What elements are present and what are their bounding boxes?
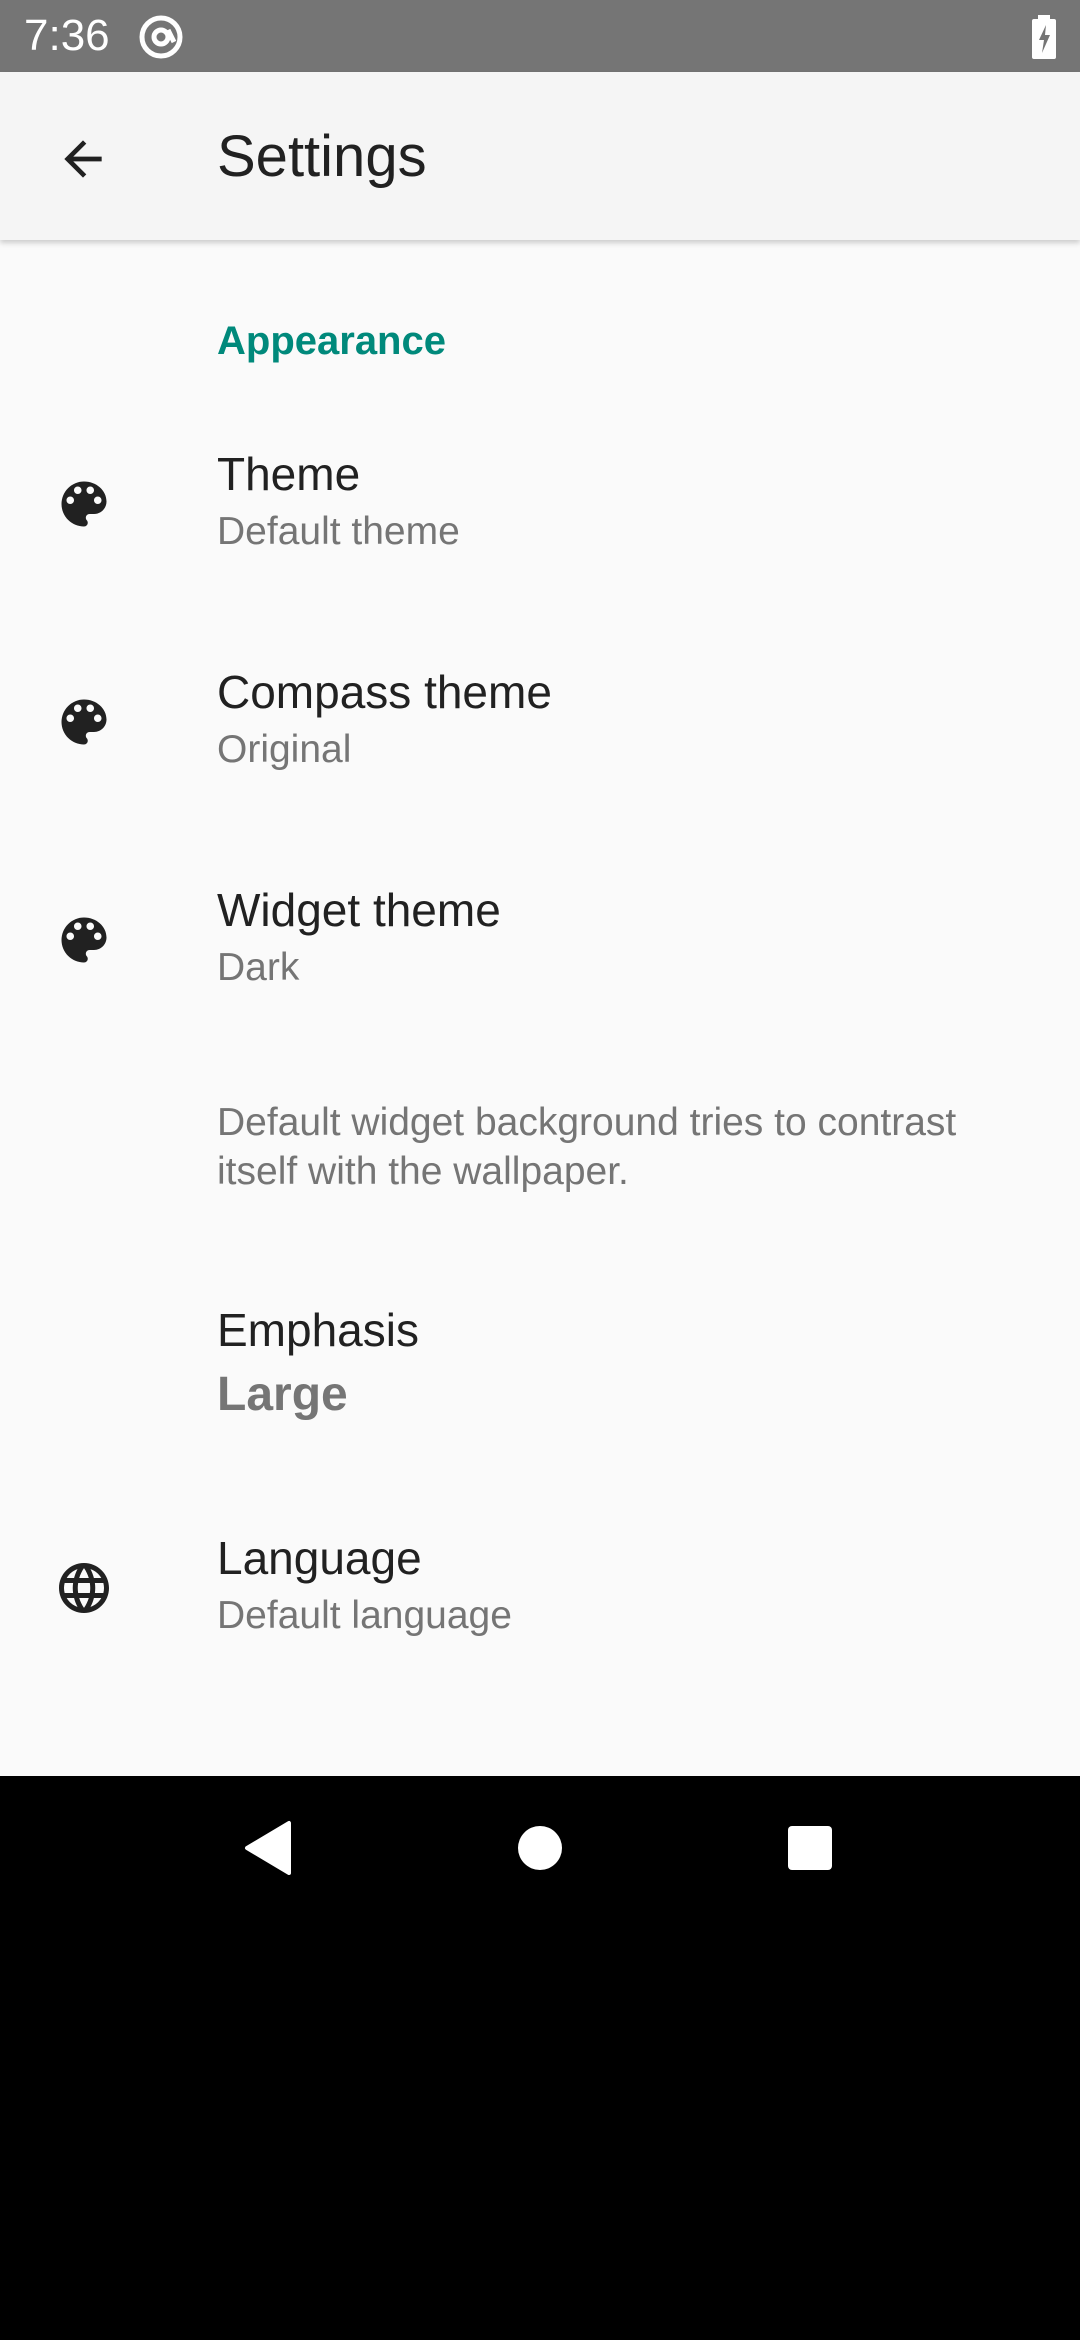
pref-title: Theme [217, 448, 361, 500]
section-header-appearance: Appearance [217, 319, 446, 363]
pref-title: Language [217, 1532, 422, 1584]
pref-compass-theme[interactable]: Compass theme Original [0, 664, 1080, 814]
battery-charging-icon [1032, 15, 1056, 59]
pref-language[interactable]: Language Default language [0, 1530, 1080, 1680]
arrow-back-icon [64, 140, 102, 178]
page-title: Settings [217, 124, 427, 189]
pref-emphasis[interactable]: Emphasis Large [0, 1302, 1080, 1452]
status-bar: 7:36 [0, 0, 1080, 72]
navigation-bar [0, 1776, 1080, 1920]
pref-summary: Default language [217, 1594, 512, 1637]
pref-summary: Large [217, 1368, 348, 1421]
palette-icon [61, 481, 107, 527]
pref-summary: Dark [217, 946, 300, 989]
screen: 7:36 Settings Appearance Theme Default t… [0, 0, 1080, 2340]
nav-recents-icon [788, 1826, 832, 1870]
palette-icon [61, 917, 107, 963]
widget-background-note: Default widget background tries to contr… [217, 1101, 957, 1193]
nav-back-button[interactable] [226, 1806, 310, 1890]
globe-icon [59, 1563, 109, 1613]
pref-summary: Default theme [217, 510, 460, 553]
nav-recents-button[interactable] [768, 1806, 852, 1890]
palette-icon [61, 699, 107, 745]
pref-title: Compass theme [217, 666, 552, 718]
at-sign-circle-icon [139, 15, 183, 59]
pref-summary: Original [217, 728, 352, 771]
nav-home-button[interactable] [498, 1806, 582, 1890]
settings-list: Appearance Theme Default theme Compass t… [0, 240, 1080, 1776]
status-time: 7:36 [24, 11, 110, 60]
pref-widget-theme[interactable]: Widget theme Dark [0, 882, 1080, 1032]
nav-back-icon [245, 1821, 291, 1875]
pref-title: Emphasis [217, 1304, 419, 1356]
app-bar: Settings [0, 72, 1080, 240]
pref-theme[interactable]: Theme Default theme [0, 446, 1080, 596]
pref-title: Widget theme [217, 884, 501, 936]
back-button[interactable] [40, 116, 126, 202]
bottom-blank-area [0, 1920, 1080, 2340]
nav-home-icon [518, 1826, 562, 1870]
